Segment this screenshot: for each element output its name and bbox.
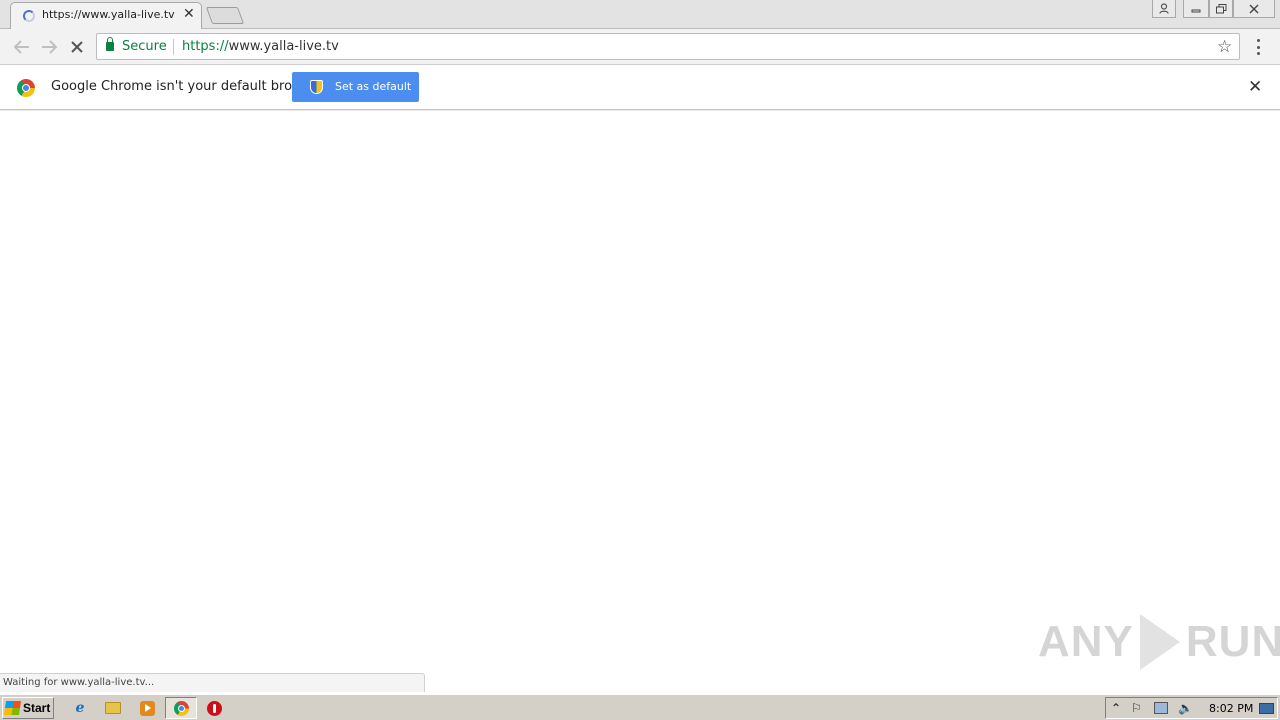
stop-icon[interactable] <box>67 37 87 57</box>
opera-icon[interactable] <box>205 699 223 717</box>
action-center-flag-icon[interactable]: ⚐ <box>1131 701 1142 715</box>
system-tray: ⌃ ⚐ 🔈 8:02 PM <box>1105 697 1278 719</box>
menu-dot <box>1256 39 1260 42</box>
watermark-right-text: RUN <box>1185 617 1280 666</box>
network-icon[interactable] <box>1154 702 1168 714</box>
restore-icon[interactable] <box>1209 0 1233 18</box>
internet-explorer-icon[interactable]: e <box>71 699 89 717</box>
menu-dot <box>1256 52 1260 55</box>
start-button[interactable]: Start <box>2 697 54 719</box>
windows-flag-icon <box>4 701 21 715</box>
close-icon[interactable] <box>1233 0 1275 18</box>
url-scheme: https:// <box>182 39 229 54</box>
file-explorer-icon[interactable] <box>104 699 122 717</box>
folder-shape <box>105 702 121 714</box>
set-as-default-button[interactable]: Set as default <box>292 72 419 102</box>
taskbar: Start e ⌃ ⚐ 🔈 8:02 PM <box>0 694 1280 720</box>
menu-dots-icon[interactable] <box>1250 37 1266 57</box>
url-text[interactable]: https://www.yalla-live.tv <box>182 39 339 54</box>
opera-shape <box>206 700 222 716</box>
minimize-icon[interactable] <box>1183 0 1209 18</box>
tab-strip: https://www.yalla-live.tv ✕ <box>0 0 1280 29</box>
back-arrow-icon[interactable] <box>12 37 32 57</box>
tab-yalla-live[interactable]: https://www.yalla-live.tv ✕ <box>10 2 202 29</box>
address-bar[interactable]: Secure https://www.yalla-live.tv ☆ <box>96 33 1240 60</box>
play-icon <box>1139 614 1180 670</box>
page-content <box>0 111 1280 673</box>
secure-label[interactable]: Secure <box>122 39 167 54</box>
start-label: Start <box>23 701 51 715</box>
screen: https://www.yalla-live.tv ✕ Secure https… <box>0 0 1280 720</box>
star-icon[interactable]: ☆ <box>1217 37 1232 57</box>
forward-arrow-icon[interactable] <box>39 37 59 57</box>
chrome-icon[interactable] <box>165 697 197 719</box>
set-as-default-label: Set as default <box>335 80 412 93</box>
chrome-task-logo <box>173 700 189 716</box>
lock-icon[interactable] <box>106 37 114 51</box>
uac-shield-icon <box>310 80 323 94</box>
clock[interactable]: 8:02 PM <box>1209 702 1253 715</box>
status-bubble: Waiting for www.yalla-live.tv... <box>0 673 425 692</box>
tab-title: https://www.yalla-live.tv <box>42 8 175 21</box>
url-host: www.yalla-live.tv <box>228 39 339 54</box>
chrome-logo-icon <box>17 79 35 97</box>
default-browser-infobar: Google Chrome isn't your default browser… <box>0 66 1280 110</box>
volume-icon[interactable]: 🔈 <box>1178 701 1193 715</box>
show-desktop-icon[interactable] <box>1259 703 1274 714</box>
media-player-icon[interactable] <box>138 699 156 717</box>
media-shape <box>139 700 155 716</box>
browser-toolbar: Secure https://www.yalla-live.tv ☆ <box>0 29 1280 65</box>
loading-spinner-icon <box>23 10 35 22</box>
user-icon[interactable] <box>1152 0 1176 18</box>
tab-close-icon[interactable]: ✕ <box>183 7 195 21</box>
show-hidden-icons-icon[interactable]: ⌃ <box>1111 701 1121 715</box>
anyrun-watermark: ANY RUN <box>1038 612 1280 672</box>
new-tab-button[interactable] <box>205 7 245 24</box>
infobar-message: Google Chrome isn't your default browser <box>51 79 323 94</box>
watermark-left-text: ANY <box>1038 617 1134 666</box>
infobar-close-icon[interactable]: ✕ <box>1248 78 1262 96</box>
menu-dot <box>1256 45 1260 49</box>
address-divider <box>173 39 174 55</box>
